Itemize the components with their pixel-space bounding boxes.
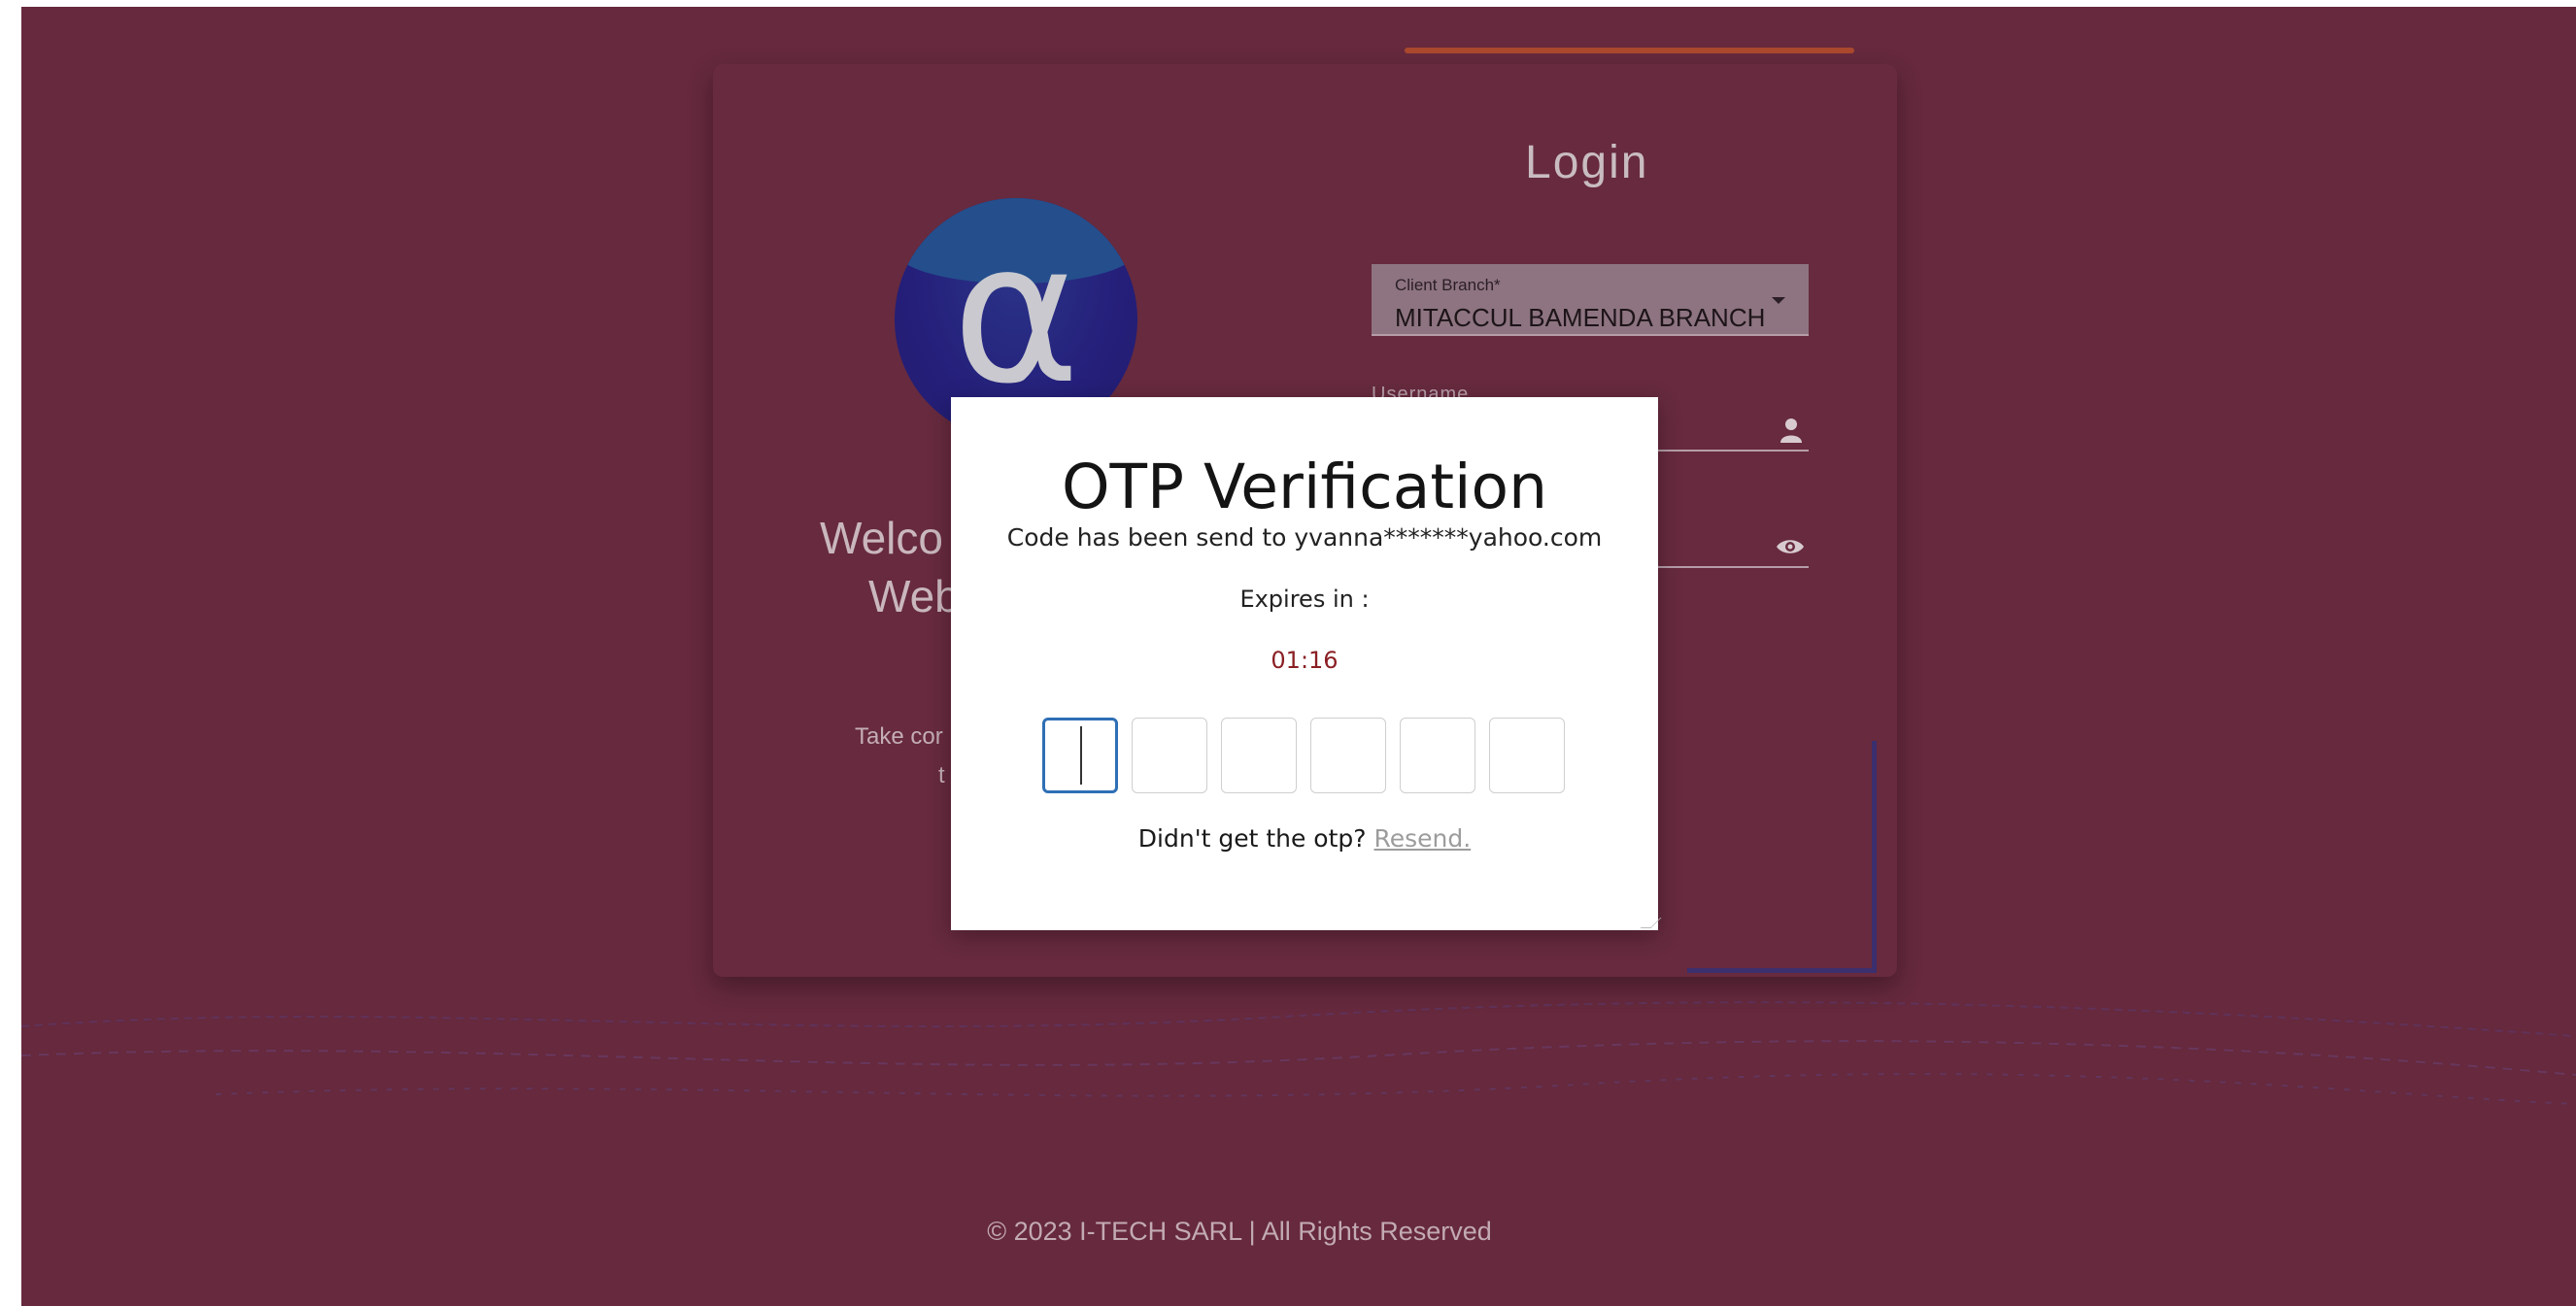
otp-digit-input-2[interactable] (1132, 718, 1207, 793)
client-branch-label: Client Branch* (1395, 276, 1501, 294)
otp-digit-input-5[interactable] (1400, 718, 1475, 793)
logo-glyph: α (952, 201, 1080, 427)
page-backdrop: α Welco Web Take cor t Login Client Bran… (21, 7, 2576, 1306)
background-wave-decoration (21, 1001, 2576, 1105)
caret-down-icon (1772, 297, 1785, 304)
otp-countdown-timer: 01:16 (1271, 647, 1339, 674)
otp-resend-link[interactable]: Resend. (1374, 824, 1472, 853)
otp-expires-label: Expires in : (1239, 586, 1370, 613)
footer: © 2023 I-TECH SARL | All Rights Reserved (21, 1217, 2576, 1247)
user-icon (1780, 419, 1802, 443)
client-branch-value: MITACCUL BAMENDA BRANCH (1395, 303, 1766, 332)
card-top-accent (1405, 48, 1854, 53)
otp-digit-input-1[interactable] (1042, 718, 1118, 793)
welcome-heading-line1: Welco (820, 513, 943, 563)
otp-digit-input-4[interactable] (1310, 718, 1386, 793)
otp-digit-input-3[interactable] (1221, 718, 1297, 793)
card-corner-accent-vertical (1872, 741, 1877, 972)
login-title: Login (1525, 137, 1649, 188)
otp-digit-input-6[interactable] (1489, 718, 1565, 793)
otp-resend-row: Didn't get the otp? Resend. (951, 824, 1658, 853)
otp-resend-prompt: Didn't get the otp? (1137, 824, 1367, 853)
eye-icon[interactable] (1776, 537, 1805, 556)
tagline-line1: Take cor (855, 723, 943, 750)
welcome-heading-line2: Web (868, 571, 960, 621)
otp-code-inputs (1042, 718, 1565, 795)
client-branch-select[interactable]: Client Branch* MITACCUL BAMENDA BRANCH (1372, 264, 1809, 336)
footer-copyright: © 2023 I-TECH SARL | All Rights Reserved (987, 1217, 1492, 1246)
otp-modal: OTP Verification Code has been send to y… (951, 397, 1662, 930)
otp-sent-message: Code has been send to yvanna*******yahoo… (1006, 523, 1603, 552)
tagline-line2: t (938, 762, 945, 788)
card-corner-accent-horizontal (1687, 968, 1877, 973)
otp-title: OTP Verification (1061, 452, 1548, 522)
